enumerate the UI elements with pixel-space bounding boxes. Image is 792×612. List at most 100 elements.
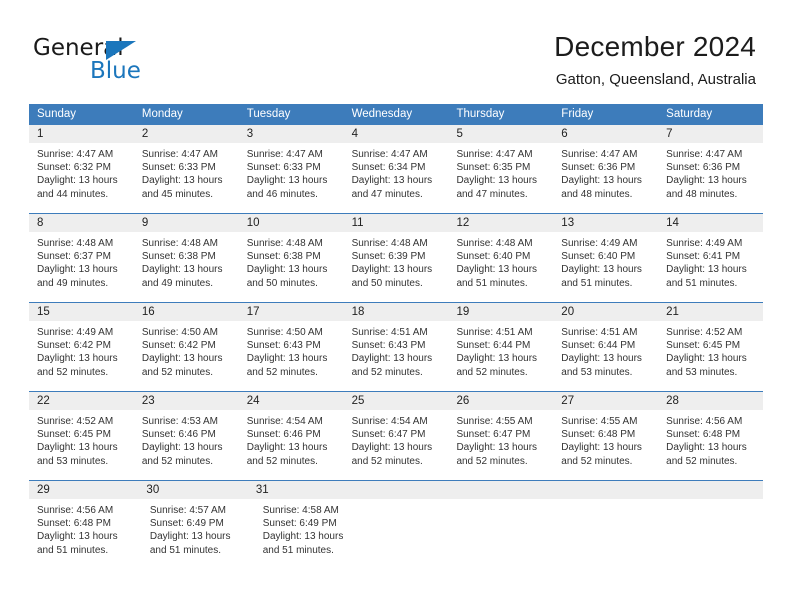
day-cell[interactable]: Sunrise: 4:51 AM Sunset: 6:44 PM Daylight:… [553,321,658,391]
day-number[interactable]: 5 [448,125,553,143]
day-sunset-line: Sunset: 6:40 PM [561,251,636,263]
weekday-header-thursday: Thursday [456,108,505,120]
day-sunset-line: Sunset: 6:46 PM [141,429,216,441]
day-number[interactable]: 28 [658,392,763,410]
day-sunrise-line: Sunrise: 4:51 AM [351,327,428,338]
week-day-number-row: 8 9 10 11 12 13 14 [29,214,763,232]
day-cell[interactable]: Sunrise: 4:50 AM Sunset: 6:42 PM Daylight:… [134,321,239,391]
day-number[interactable]: 8 [29,214,134,232]
day-cell[interactable]: Sunrise: 4:56 AM Sunset: 6:48 PM Daylight:… [658,410,763,480]
day-daylight-line: and 50 minutes. [351,277,423,289]
week-row: 29 30 31 Sunrise: 4:56 AM Sunset: 6:48 PM Day… [29,480,763,569]
day-number[interactable]: 22 [29,392,134,410]
day-sunset-line: Sunset: 6:49 PM [262,518,337,530]
day-cell[interactable]: Sunrise: 4:48 AM Sunset: 6:40 PM Daylight:… [448,232,553,302]
day-cell[interactable]: Sunrise: 4:53 AM Sunset: 6:46 PM Daylight:… [134,410,239,480]
day-cell[interactable]: Sunrise: 4:52 AM Sunset: 6:45 PM Daylight:… [29,410,134,480]
weekday-header-sunday: Sunday [37,108,77,120]
day-number[interactable]: 1 [29,125,134,143]
day-cell[interactable]: Sunrise: 4:55 AM Sunset: 6:48 PM Daylight:… [553,410,658,480]
day-cell[interactable]: Sunrise: 4:47 AM Sunset: 6:36 PM Daylight:… [658,143,763,213]
day-number[interactable]: 17 [239,303,344,321]
title-block: December 2024 Gatton, Queensland, Austra… [554,30,756,89]
day-daylight-line: and 53 minutes. [37,455,109,467]
day-cell[interactable]: Sunrise: 4:47 AM Sunset: 6:33 PM Daylight:… [239,143,344,213]
day-cell[interactable]: Sunrise: 4:57 AM Sunset: 6:49 PM Daylight:… [142,499,255,569]
day-number[interactable]: 12 [448,214,553,232]
calendar-grid: Sunday Monday Tuesday Wednesday Thursday… [29,104,763,569]
day-cell[interactable]: Sunrise: 4:58 AM Sunset: 6:49 PM Daylight:… [255,499,368,569]
day-number[interactable]: 2 [134,125,239,143]
day-cell[interactable]: Sunrise: 4:49 AM Sunset: 6:40 PM Daylight:… [553,232,658,302]
day-number[interactable]: 25 [344,392,449,410]
day-cell[interactable]: Sunrise: 4:47 AM Sunset: 6:34 PM Daylight:… [344,143,449,213]
day-number[interactable]: 3 [239,125,344,143]
day-sunset-line: Sunset: 6:36 PM [561,162,636,174]
day-daylight-line: Daylight: 13 hours [666,264,747,276]
day-sunrise-line: Sunrise: 4:48 AM [351,238,428,249]
day-number[interactable]: 14 [658,214,763,232]
day-cell[interactable]: Sunrise: 4:51 AM Sunset: 6:44 PM Daylight:… [448,321,553,391]
day-daylight-line: Daylight: 13 hours [666,353,747,365]
day-sunset-line: Sunset: 6:44 PM [456,340,531,352]
day-cell[interactable]: Sunrise: 4:47 AM Sunset: 6:36 PM Daylight:… [553,143,658,213]
day-sunrise-line: Sunrise: 4:56 AM [37,505,114,516]
day-sunrise-line: Sunrise: 4:51 AM [456,327,533,338]
day-sunrise-line: Sunrise: 4:56 AM [666,416,743,427]
day-number[interactable]: 15 [29,303,134,321]
day-sunrise-line: Sunrise: 4:54 AM [351,416,428,427]
day-cell[interactable]: Sunrise: 4:47 AM Sunset: 6:33 PM Daylight:… [134,143,239,213]
day-number[interactable]: 7 [658,125,763,143]
day-daylight-line: Daylight: 13 hours [141,353,223,365]
day-cell[interactable]: Sunrise: 4:50 AM Sunset: 6:43 PM Daylight:… [239,321,344,391]
day-number[interactable]: 29 [29,481,138,499]
day-daylight-line: Daylight: 13 hours [351,264,433,276]
day-cell[interactable]: Sunrise: 4:51 AM Sunset: 6:43 PM Daylight:… [344,321,449,391]
day-number[interactable]: 24 [239,392,344,410]
day-number[interactable]: 30 [138,481,247,499]
day-daylight-line: Daylight: 13 hours [456,175,538,187]
day-sunrise-line: Sunrise: 4:58 AM [262,505,339,516]
day-daylight-line: Daylight: 13 hours [351,175,433,187]
day-cell[interactable]: Sunrise: 4:54 AM Sunset: 6:46 PM Daylight:… [239,410,344,480]
day-cell[interactable]: Sunrise: 4:49 AM Sunset: 6:41 PM Daylight:… [658,232,763,302]
day-number[interactable]: 23 [134,392,239,410]
day-sunset-line: Sunset: 6:48 PM [561,429,636,441]
day-number[interactable]: 13 [553,214,658,232]
day-cell[interactable]: Sunrise: 4:47 AM Sunset: 6:32 PM Daylight:… [29,143,134,213]
day-cell[interactable]: Sunrise: 4:52 AM Sunset: 6:45 PM Daylight:… [658,321,763,391]
day-number[interactable]: 4 [344,125,449,143]
day-daylight-line: and 51 minutes. [456,277,528,289]
general-blue-logo[interactable]: General Blue [33,36,223,88]
day-sunrise-line: Sunrise: 4:47 AM [456,149,533,160]
day-cell[interactable]: Sunrise: 4:48 AM Sunset: 6:39 PM Daylight:… [344,232,449,302]
day-number[interactable]: 10 [239,214,344,232]
day-number[interactable]: 16 [134,303,239,321]
day-sunrise-line: Sunrise: 4:52 AM [37,416,114,427]
day-number[interactable]: 18 [344,303,449,321]
day-number[interactable]: 26 [448,392,553,410]
weekday-header-monday: Monday [141,108,183,120]
day-sunrise-line: Sunrise: 4:47 AM [561,149,638,160]
day-number[interactable]: 6 [553,125,658,143]
day-cell[interactable]: Sunrise: 4:56 AM Sunset: 6:48 PM Daylight:… [29,499,142,569]
day-cell[interactable]: Sunrise: 4:48 AM Sunset: 6:38 PM Daylight:… [239,232,344,302]
day-sunrise-line: Sunrise: 4:51 AM [561,327,638,338]
day-number[interactable]: 21 [658,303,763,321]
day-cell[interactable]: Sunrise: 4:55 AM Sunset: 6:47 PM Daylight:… [448,410,553,480]
day-number[interactable]: 19 [448,303,553,321]
day-daylight-line: Daylight: 13 hours [456,442,538,454]
day-number[interactable]: 20 [553,303,658,321]
day-cell[interactable]: Sunrise: 4:48 AM Sunset: 6:37 PM Daylight:… [29,232,134,302]
day-number[interactable]: 11 [344,214,449,232]
day-number[interactable]: 9 [134,214,239,232]
day-number[interactable]: 31 [248,481,357,499]
day-cell[interactable]: Sunrise: 4:54 AM Sunset: 6:47 PM Daylight:… [344,410,449,480]
day-cell[interactable]: Sunrise: 4:47 AM Sunset: 6:35 PM Daylight:… [448,143,553,213]
week-row: 15 16 17 18 19 20 21 Sunrise: 4:49 AM Sunset: 6:… [29,302,763,391]
day-number[interactable]: 27 [553,392,658,410]
day-cell[interactable]: Sunrise: 4:48 AM Sunset: 6:38 PM Daylight:… [134,232,239,302]
day-sunset-line: Sunset: 6:40 PM [456,251,531,263]
week-day-detail-row: Sunrise: 4:52 AM Sunset: 6:45 PM Daylight:… [29,410,763,480]
day-cell[interactable]: Sunrise: 4:49 AM Sunset: 6:42 PM Daylight:… [29,321,134,391]
